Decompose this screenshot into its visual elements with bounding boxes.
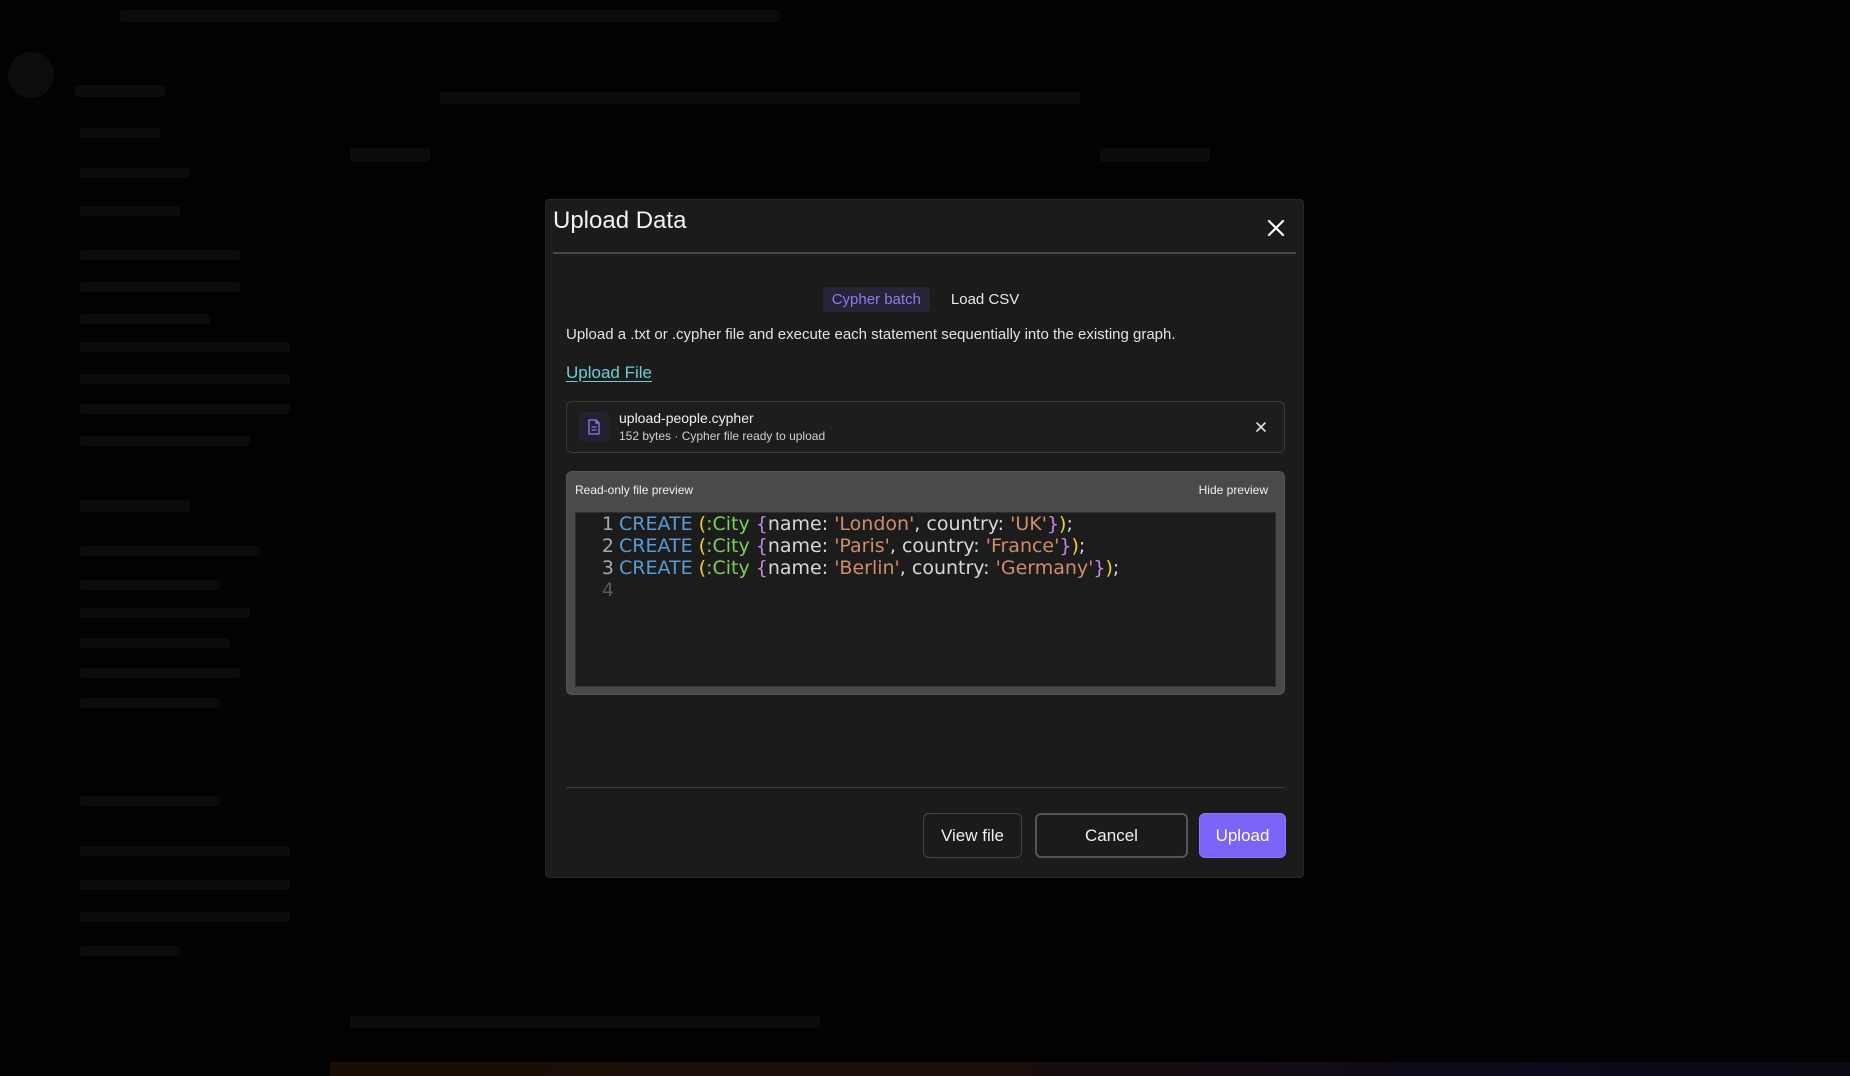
code-prop-key: name:: [767, 535, 829, 557]
background-sidebar-item: [80, 436, 250, 446]
cancel-button[interactable]: Cancel: [1035, 813, 1188, 858]
background-sidebar-item: [80, 374, 290, 384]
code-line: 1 CREATE (:City {name: 'London', country:…: [576, 513, 1275, 535]
code-keyword: CREATE: [619, 557, 693, 579]
background-sidebar-item: [80, 668, 240, 678]
background-panel-title: [1100, 148, 1210, 162]
line-number: 4: [601, 579, 614, 601]
title-divider: [553, 252, 1296, 254]
background-avatar: [8, 52, 54, 98]
background-query-bar: [440, 92, 1080, 104]
code-string: 'Paris': [834, 535, 890, 557]
background-sidebar-item: [80, 206, 180, 216]
close-icon[interactable]: [1265, 217, 1287, 239]
background-sidebar-item: [80, 128, 160, 138]
file-icon: [579, 412, 609, 442]
file-meta: 152 bytes · Cypher file ready to upload: [619, 429, 826, 443]
hide-preview-button[interactable]: Hide preview: [1199, 483, 1268, 497]
background-sidebar-item: [80, 846, 290, 856]
tab-cypher-batch[interactable]: Cypher batch: [822, 287, 930, 312]
background-gradient-bar: [330, 1062, 1850, 1076]
line-number: 3: [601, 557, 614, 579]
code-keyword: CREATE: [619, 513, 693, 535]
file-name: upload-people.cypher: [619, 410, 754, 426]
code-string: 'France': [985, 535, 1060, 557]
code-string: 'Germany': [995, 557, 1094, 579]
background-sidebar-item: [80, 404, 290, 414]
code-keyword: CREATE: [619, 535, 693, 557]
background-sidebar-item: [80, 796, 220, 806]
code-label: :City: [706, 513, 750, 535]
background-sidebar-item: [80, 698, 220, 708]
code-preview-editor[interactable]: 1 CREATE (:City {name: 'London', country:…: [575, 512, 1276, 687]
code-prop-key: name:: [767, 513, 829, 535]
background-status-bar: [350, 1016, 820, 1028]
background-sidebar-item: [80, 880, 290, 890]
preview-label: Read-only file preview: [575, 483, 694, 497]
background-sidebar-item: [80, 608, 250, 618]
background-sidebar-item: [80, 282, 240, 292]
background-topbar: [120, 10, 780, 22]
code-string: 'UK': [1010, 513, 1047, 535]
code-prop-key: country:: [901, 535, 980, 557]
code-label: :City: [706, 557, 750, 579]
background-sidebar-item: [80, 500, 190, 512]
upload-button[interactable]: Upload: [1199, 813, 1286, 858]
view-file-button[interactable]: View file: [923, 813, 1022, 858]
background-sidebar-item: [80, 546, 260, 556]
code-string: 'Berlin': [834, 557, 900, 579]
background-sidebar-item: [80, 912, 290, 922]
footer-divider: [566, 787, 1285, 788]
upload-file-link[interactable]: Upload File: [566, 363, 652, 383]
code-line: 4: [576, 579, 1275, 601]
upload-description: Upload a .txt or .cypher file and execut…: [566, 326, 1176, 343]
background-sidebar-item: [80, 168, 190, 178]
code-label: :City: [706, 535, 750, 557]
selected-file-card: upload-people.cypher 152 bytes · Cypher …: [566, 401, 1285, 453]
code-string: 'London': [834, 513, 915, 535]
background-sidebar-item: [80, 946, 180, 956]
background-sidebar-item: [75, 85, 165, 97]
code-line: 3 CREATE (:City {name: 'Berlin', country:…: [576, 557, 1275, 579]
background-sidebar-item: [80, 342, 290, 352]
line-number: 2: [601, 535, 614, 557]
background-sidebar-item: [80, 314, 210, 324]
background-sidebar-item: [80, 580, 220, 590]
background-sidebar-item: [80, 250, 240, 260]
remove-file-icon[interactable]: [1254, 420, 1268, 434]
line-number: 1: [601, 513, 614, 535]
code-prop-key: country:: [926, 513, 1005, 535]
code-prop-key: country:: [911, 557, 990, 579]
code-line: 2 CREATE (:City {name: 'Paris', country: …: [576, 535, 1275, 557]
upload-mode-tabs: Cypher batch Load CSV: [546, 287, 1305, 312]
modal-title: Upload Data: [553, 207, 687, 234]
background-panel-title: [350, 148, 430, 162]
code-prop-key: name:: [767, 557, 829, 579]
upload-data-modal: Upload Data Cypher batch Load CSV Upload…: [545, 199, 1304, 878]
file-preview-panel: Read-only file preview Hide preview 1 CRE…: [566, 471, 1285, 695]
tab-load-csv[interactable]: Load CSV: [942, 287, 1028, 312]
background-sidebar-item: [80, 638, 230, 648]
